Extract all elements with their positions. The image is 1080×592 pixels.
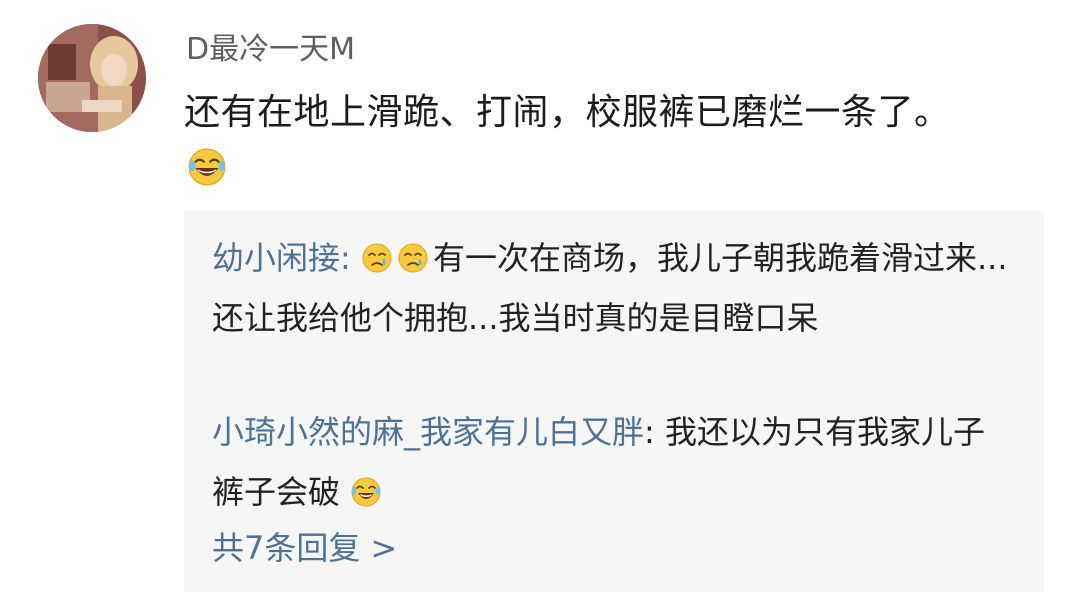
more-replies-label: 共7条回复 <box>212 529 361 567</box>
chevron-right-icon: > <box>370 529 398 567</box>
sad-tears-icon <box>361 242 393 274</box>
comment-username[interactable]: D最冷一天M <box>186 30 355 70</box>
replies-panel: 幼小闲接: 有一次在商场，我儿子朝我跪着滑过来...还让我给他个拥抱...我当时… <box>184 210 1044 592</box>
reply-author[interactable]: 幼小闲接 <box>212 239 340 277</box>
reply-item: 小琦小然的麻_我家有儿白又胖: 我还以为只有我家儿子裤子会破 <box>212 402 1012 522</box>
avatar[interactable] <box>38 24 146 132</box>
comment-text: 还有在地上滑跪、打闹，校服裤已磨烂一条了。 <box>184 92 951 133</box>
sad-tears-icon <box>397 242 429 274</box>
reply-item: 幼小闲接: 有一次在商场，我儿子朝我跪着滑过来...还让我给他个拥抱...我当时… <box>212 228 1012 348</box>
reply-separator: : <box>340 239 361 277</box>
laughing-crying-icon <box>350 476 382 508</box>
reply-author[interactable]: 小琦小然的麻_我家有儿白又胖 <box>212 413 644 451</box>
laughing-crying-emoji-icon <box>186 146 228 188</box>
reply-separator: : <box>644 413 665 451</box>
avatar-image <box>38 24 146 132</box>
more-replies-link[interactable]: 共7条回复 > <box>212 522 397 574</box>
